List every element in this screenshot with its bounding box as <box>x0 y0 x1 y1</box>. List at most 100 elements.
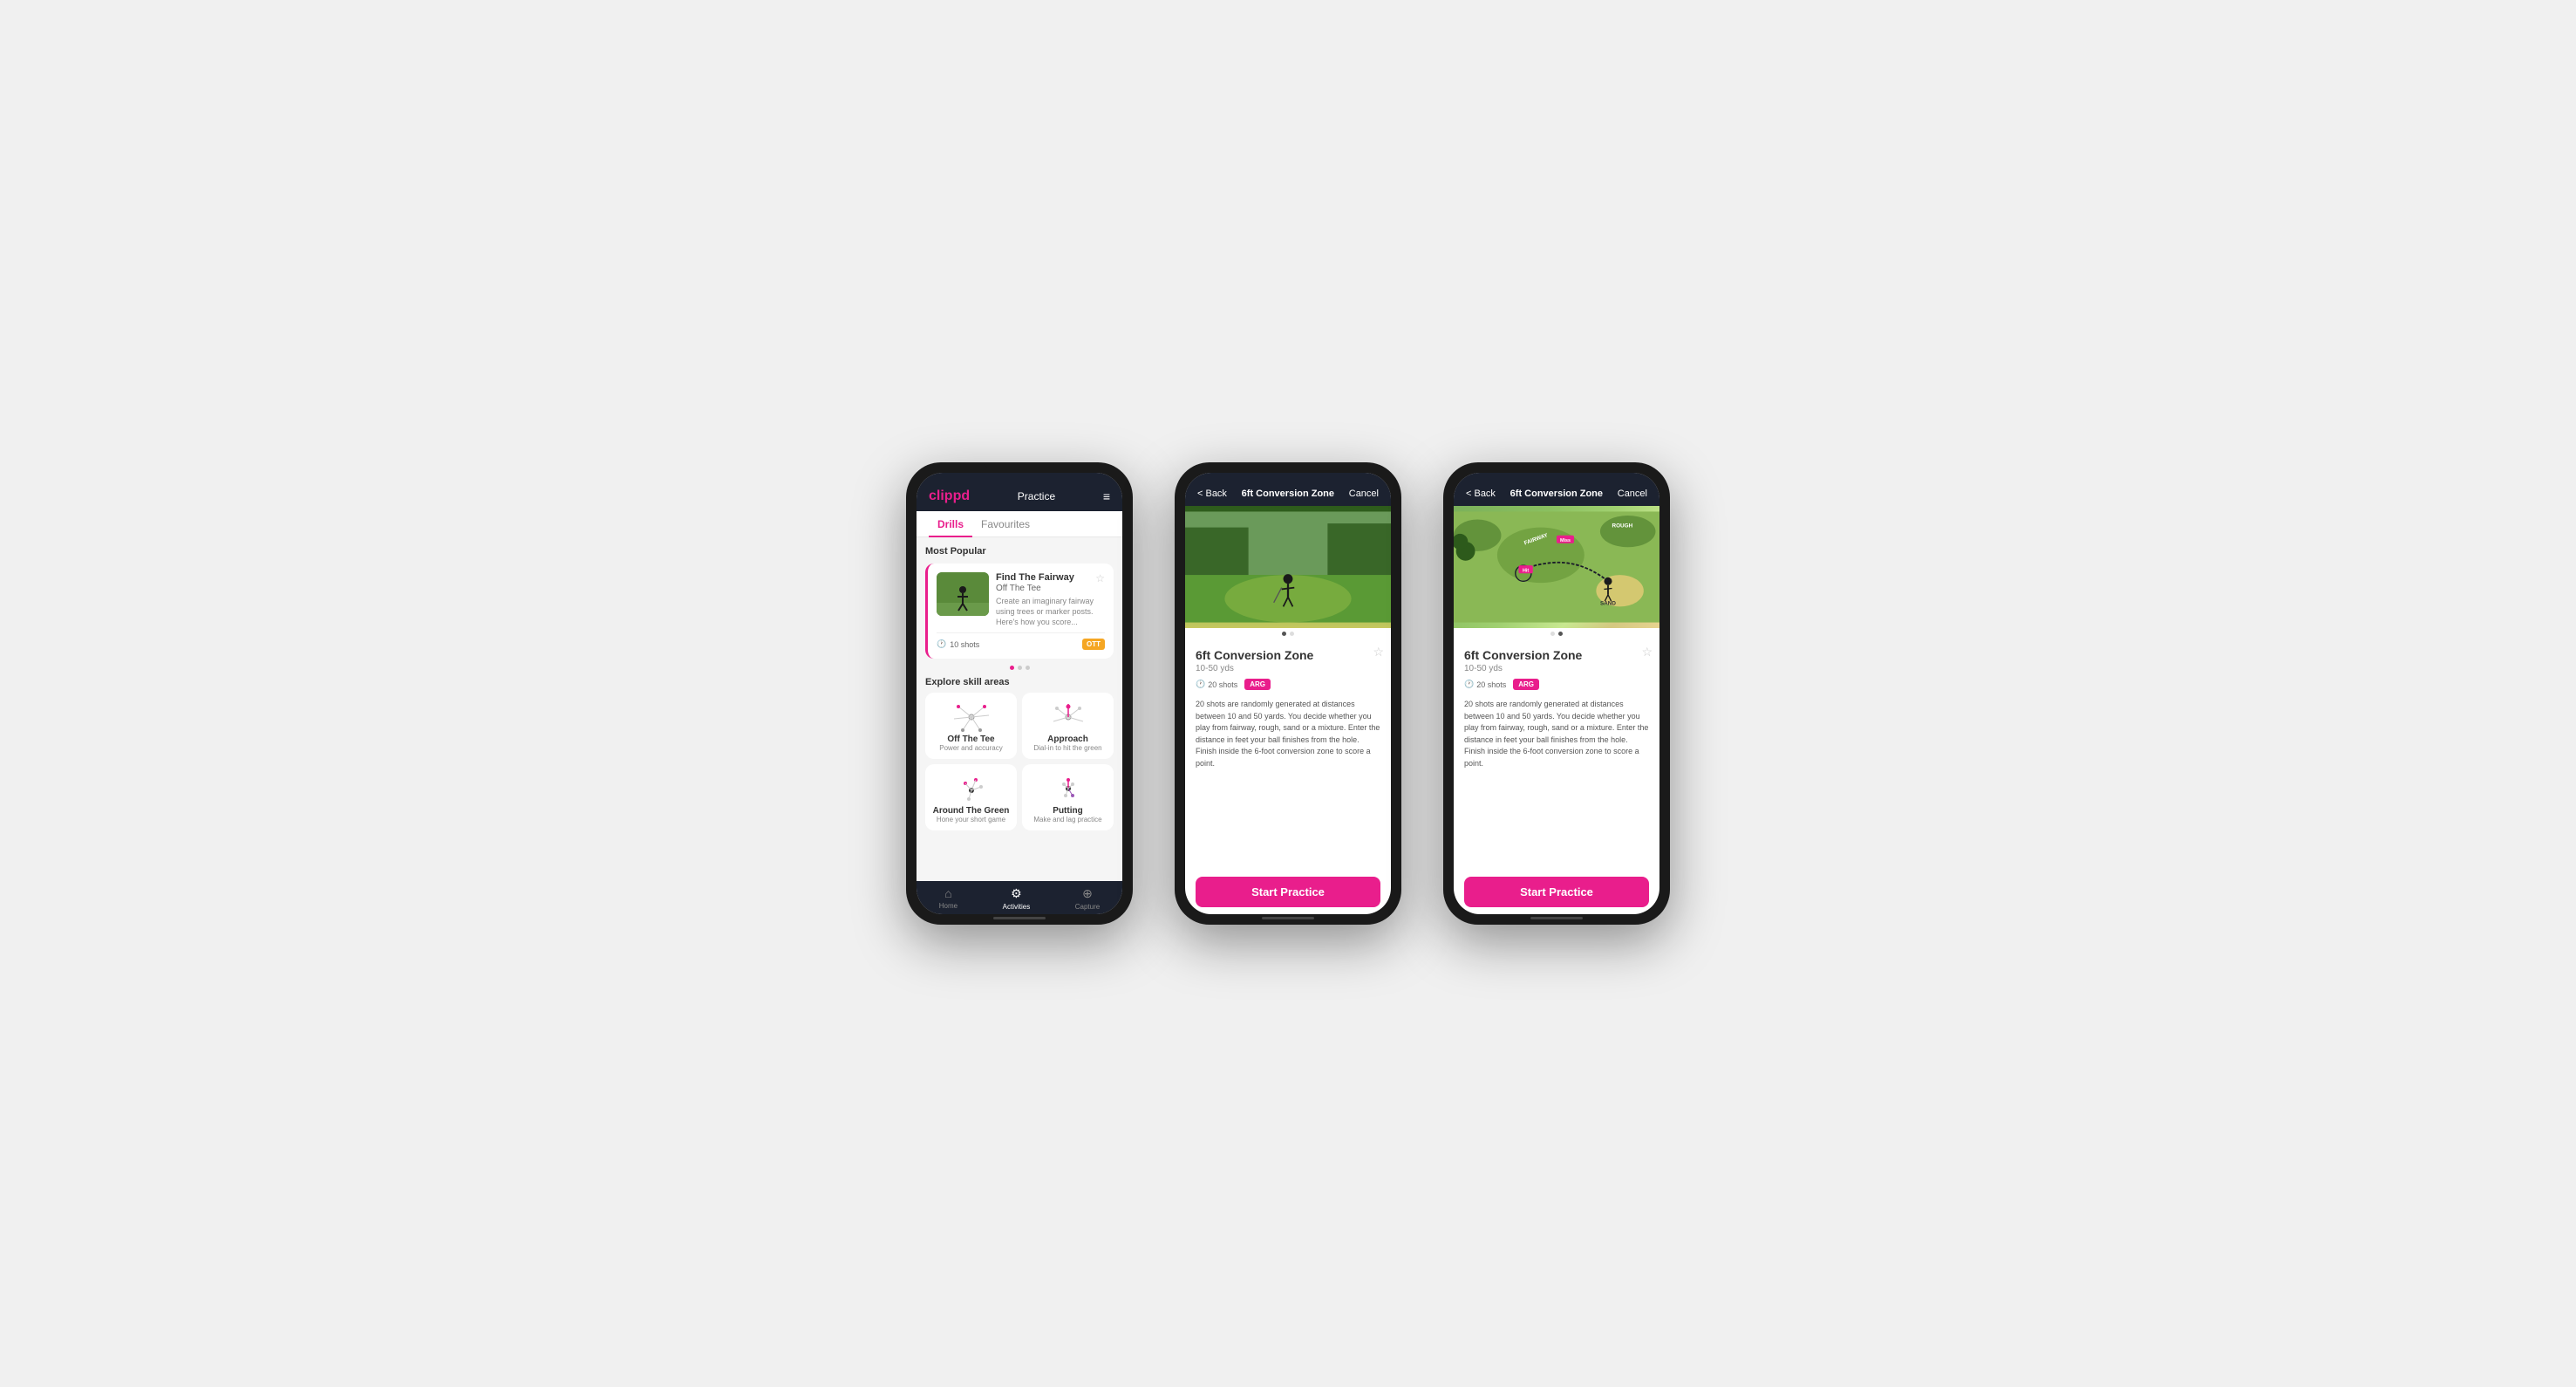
skill-desc-atg: Hone your short game <box>937 816 1005 823</box>
tabs-bar: Drills Favourites <box>917 511 1122 537</box>
phone-1-screen: clippd Practice ≡ Drills Favourites Most… <box>917 473 1122 914</box>
skill-card-putting[interactable]: Putting Make and lag practice <box>1022 764 1114 830</box>
drill-tag: ARG <box>1513 679 1539 690</box>
nav-capture[interactable]: ⊕ Capture <box>1075 886 1100 911</box>
star-icon[interactable]: ☆ <box>1095 572 1105 584</box>
back-button[interactable]: < Back <box>1466 489 1496 499</box>
dot-2 <box>1290 632 1294 636</box>
start-practice-button[interactable]: Start Practice <box>1196 877 1380 907</box>
phone-notch <box>985 462 1054 469</box>
shots-count: 🕐 20 shots <box>1196 680 1237 689</box>
capture-label: Capture <box>1075 903 1100 911</box>
skills-grid: Off The Tee Power and accuracy <box>925 693 1114 830</box>
dot-1 <box>1282 632 1286 636</box>
drill-title: 6ft Conversion Zone <box>1464 648 1649 662</box>
tab-favourites[interactable]: Favourites <box>972 511 1039 537</box>
drill-tag: ARG <box>1244 679 1271 690</box>
home-indicator <box>1262 917 1314 919</box>
drill-meta: 🕐 20 shots ARG <box>1196 679 1380 690</box>
drill-map: Hit Miss FAIRWAY ROUGH SAND <box>1454 506 1659 628</box>
phone-1: clippd Practice ≡ Drills Favourites Most… <box>906 462 1133 925</box>
star-icon[interactable]: ☆ <box>1373 645 1384 659</box>
tab-drills[interactable]: Drills <box>929 511 972 537</box>
header-title: 6ft Conversion Zone <box>1510 489 1603 499</box>
clock-icon: 🕐 <box>1196 680 1205 689</box>
cancel-button[interactable]: Cancel <box>1349 489 1379 499</box>
dot-2 <box>1018 666 1022 670</box>
drill-description: Create an imaginary fairway using trees … <box>996 597 1105 627</box>
drill-yardage: 10-50 yds <box>1196 664 1380 673</box>
clock-icon: 🕐 <box>937 639 946 649</box>
drill-title: 6ft Conversion Zone <box>1196 648 1380 662</box>
drill-content: ☆ 6ft Conversion Zone 10-50 yds 🕐 20 sho… <box>1454 638 1659 868</box>
skill-name-putting: Putting <box>1053 806 1082 816</box>
shots-count: 🕐 10 shots <box>937 639 979 649</box>
bottom-nav: ⌂ Home ⚙ Activities ⊕ Capture <box>917 881 1122 914</box>
phone-2: < Back 6ft Conversion Zone Cancel <box>1175 462 1401 925</box>
image-dots <box>1185 628 1391 638</box>
scene: clippd Practice ≡ Drills Favourites Most… <box>871 427 1705 960</box>
svg-text:Miss: Miss <box>1560 538 1571 543</box>
dot-2 <box>1558 632 1563 636</box>
phone1-content: Most Popular ☆ <box>917 537 1122 881</box>
star-icon[interactable]: ☆ <box>1641 645 1653 659</box>
svg-text:SAND: SAND <box>1600 601 1616 607</box>
nav-activities[interactable]: ⚙ Activities <box>1003 886 1031 911</box>
shots-count: 🕐 20 shots <box>1464 680 1506 689</box>
skill-desc-approach: Dial-in to hit the green <box>1033 744 1101 752</box>
cancel-button[interactable]: Cancel <box>1618 489 1647 499</box>
clock-icon: 🕐 <box>1464 680 1474 689</box>
skill-card-atg[interactable]: Around The Green Hone your short game <box>925 764 1017 830</box>
home-icon: ⌂ <box>944 886 951 900</box>
phone-notch <box>1253 462 1323 469</box>
drill-content: ☆ 6ft Conversion Zone 10-50 yds 🕐 20 sho… <box>1185 638 1391 868</box>
app-logo: clippd <box>929 489 970 504</box>
drill-description: 20 shots are randomly generated at dista… <box>1464 699 1649 769</box>
skill-name-atg: Around The Green <box>933 806 1010 816</box>
featured-drill-card[interactable]: ☆ <box>925 564 1114 659</box>
header-title: Practice <box>1018 490 1055 502</box>
home-label: Home <box>939 902 957 910</box>
drill-thumbnail <box>937 572 989 616</box>
phone-3-screen: < Back 6ft Conversion Zone Cancel <box>1454 473 1659 914</box>
skill-name-approach: Approach <box>1047 734 1088 744</box>
phone2-header: < Back 6ft Conversion Zone Cancel <box>1185 473 1391 506</box>
svg-text:Hit: Hit <box>1523 568 1529 573</box>
dot-3 <box>1026 666 1030 670</box>
back-button[interactable]: < Back <box>1197 489 1227 499</box>
carousel-dots <box>925 666 1114 670</box>
phone-2-screen: < Back 6ft Conversion Zone Cancel <box>1185 473 1391 914</box>
header-title: 6ft Conversion Zone <box>1242 489 1334 499</box>
skill-desc-ott: Power and accuracy <box>939 744 1002 752</box>
skill-card-approach[interactable]: Approach Dial-in to hit the green <box>1022 693 1114 759</box>
drill-image <box>1185 506 1391 628</box>
capture-icon: ⊕ <box>1082 886 1093 901</box>
phone-3: < Back 6ft Conversion Zone Cancel <box>1443 462 1670 925</box>
drill-meta: 🕐 20 shots ARG <box>1464 679 1649 690</box>
drill-tag: OTT <box>1082 639 1105 650</box>
dot-1 <box>1550 632 1555 636</box>
activities-label: Activities <box>1003 903 1031 911</box>
svg-text:ROUGH: ROUGH <box>1612 523 1633 530</box>
phone1-header: clippd Practice ≡ <box>917 473 1122 511</box>
phone-notch <box>1522 462 1591 469</box>
most-popular-title: Most Popular <box>925 546 1114 557</box>
card-inner: Find The Fairway Off The Tee Create an i… <box>937 572 1105 627</box>
start-practice-button[interactable]: Start Practice <box>1464 877 1649 907</box>
skill-card-ott[interactable]: Off The Tee Power and accuracy <box>925 693 1017 759</box>
skill-desc-putting: Make and lag practice <box>1033 816 1101 823</box>
card-body: Find The Fairway Off The Tee Create an i… <box>996 572 1105 627</box>
card-footer: 🕐 10 shots OTT <box>937 632 1105 650</box>
home-indicator <box>1530 917 1583 919</box>
drill-description: 20 shots are randomly generated at dista… <box>1196 699 1380 769</box>
nav-home[interactable]: ⌂ Home <box>939 886 957 911</box>
dot-1 <box>1010 666 1014 670</box>
home-indicator <box>993 917 1046 919</box>
phone3-header: < Back 6ft Conversion Zone Cancel <box>1454 473 1659 506</box>
image-dots <box>1454 628 1659 638</box>
menu-icon[interactable]: ≡ <box>1103 489 1110 503</box>
drill-subtitle: Off The Tee <box>996 584 1105 593</box>
activities-icon: ⚙ <box>1011 886 1022 901</box>
drill-title: Find The Fairway <box>996 572 1105 584</box>
skill-name-ott: Off The Tee <box>947 734 994 744</box>
